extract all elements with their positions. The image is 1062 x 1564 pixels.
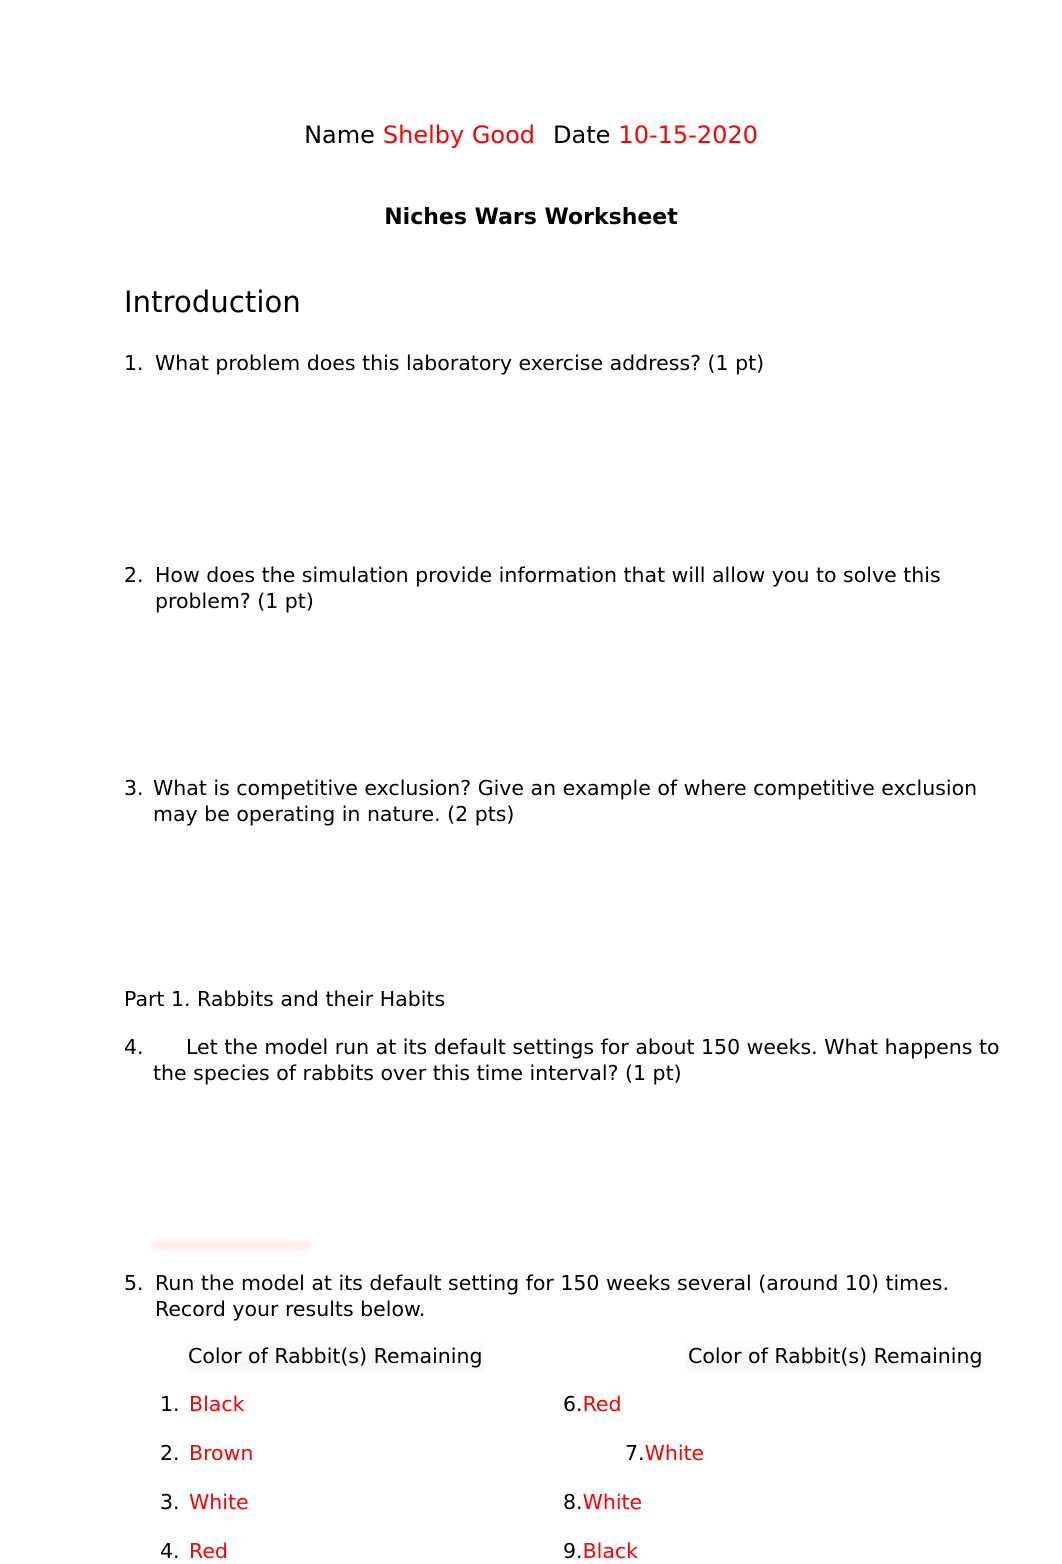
result-number-1: 1. [160, 1392, 180, 1416]
result-number-9: 9. [563, 1539, 583, 1563]
result-number-2: 2. [160, 1441, 180, 1465]
question-item-4: 4. Let the model run at its default sett… [124, 1034, 1019, 1086]
question-text-5: Run the model at its default setting for… [155, 1271, 949, 1321]
question-number-3: 3. [124, 776, 144, 800]
result-row-6: 6.Red [563, 1391, 622, 1417]
name-date-header: Name Shelby Good Date 10-15-2020 [0, 118, 1062, 152]
question-item-5: 5. Run the model at its default setting … [124, 1270, 994, 1322]
result-value-9[interactable]: Black [583, 1539, 638, 1563]
result-number-3: 3. [160, 1490, 180, 1514]
result-row-4: 4. Red [160, 1538, 228, 1564]
question-item-3: 3. What is competitive exclusion? Give a… [124, 775, 1004, 827]
introduction-heading: Introduction [124, 285, 301, 319]
question-number-2: 2. [124, 563, 144, 587]
result-value-7[interactable]: White [645, 1441, 705, 1465]
result-number-6: 6. [563, 1392, 583, 1416]
question-item-2: 2. How does the simulation provide infor… [124, 562, 1014, 614]
date-label: Date [553, 121, 611, 149]
result-value-4[interactable]: Red [189, 1539, 228, 1563]
question-text-2: How does the simulation provide informat… [155, 563, 941, 613]
question-item-1: 1. What problem does this laboratory exe… [124, 350, 1004, 376]
result-row-2: 2. Brown [160, 1440, 253, 1466]
part1-heading: Part 1. Rabbits and their Habits [124, 987, 446, 1011]
result-value-8[interactable]: White [583, 1490, 643, 1514]
result-value-3[interactable]: White [189, 1490, 249, 1514]
question-number-4: 4. [124, 1035, 144, 1059]
results-column-header-right: Color of Rabbit(s) Remaining [686, 1339, 985, 1375]
question-text-3: What is competitive exclusion? Give an e… [153, 776, 978, 826]
result-number-7: 7. [625, 1441, 645, 1465]
result-row-1: 1. Black [160, 1391, 244, 1417]
name-value[interactable]: Shelby Good [383, 121, 535, 149]
result-value-1[interactable]: Black [189, 1392, 244, 1416]
result-number-4: 4. [160, 1539, 180, 1563]
results-column-header-left: Color of Rabbit(s) Remaining [186, 1339, 485, 1375]
result-row-3: 3. White [160, 1489, 249, 1515]
question-text-4: Let the model run at its default setting… [153, 1035, 1000, 1085]
question-number-1: 1. [124, 351, 144, 375]
date-value[interactable]: 10-15-2020 [618, 121, 757, 149]
result-row-8: 8.White [563, 1489, 642, 1515]
worksheet-page: Name Shelby Good Date 10-15-2020 Niches War… [0, 0, 1062, 1563]
erased-text-artifact [152, 1240, 310, 1253]
result-number-8: 8. [563, 1490, 583, 1514]
question-number-5: 5. [124, 1271, 144, 1295]
result-value-6[interactable]: Red [583, 1392, 622, 1416]
page-title: Niches Wars Worksheet [384, 205, 678, 230]
name-label: Name [304, 121, 375, 149]
question-text-1: What problem does this laboratory exerci… [155, 351, 765, 375]
result-value-2[interactable]: Brown [189, 1441, 253, 1465]
result-row-9: 9.Black [563, 1538, 638, 1564]
result-row-7: 7.White [625, 1440, 704, 1466]
